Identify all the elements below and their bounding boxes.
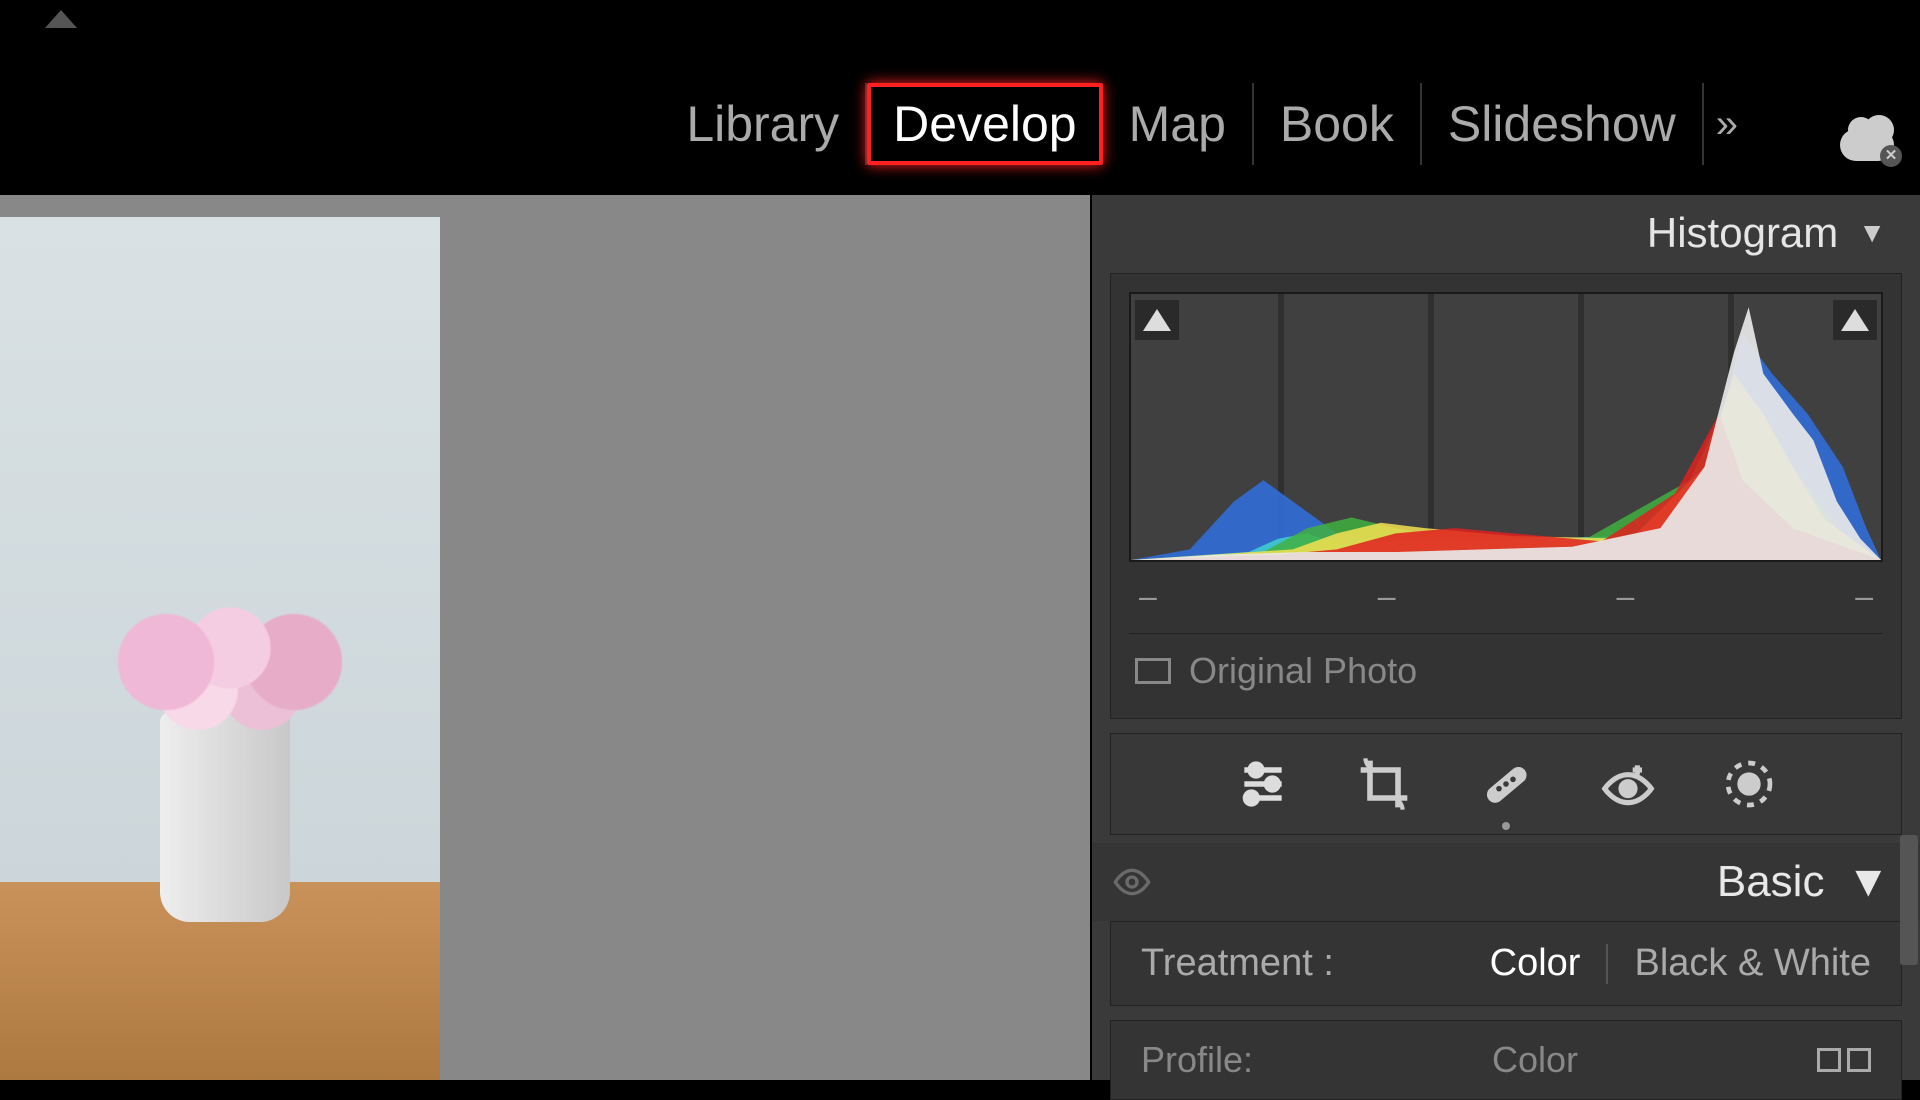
profile-label: Profile:: [1141, 1039, 1253, 1081]
collapse-icon: ▼: [1858, 217, 1886, 249]
histogram-title: Histogram: [1647, 209, 1838, 257]
crop-tool[interactable]: [1354, 754, 1414, 814]
profile-row: Profile: Color: [1110, 1020, 1902, 1100]
panel-visibility-icon[interactable]: [1112, 862, 1152, 902]
profile-value[interactable]: Color: [1492, 1039, 1578, 1081]
shadow-clipping-toggle[interactable]: [1135, 300, 1179, 340]
histogram-panel: – – – – Original Photo: [1110, 273, 1902, 719]
module-library[interactable]: Library: [660, 83, 867, 165]
collapse-icon: ▼: [1846, 857, 1890, 907]
profile-browser-icon[interactable]: [1817, 1048, 1871, 1072]
module-slideshow[interactable]: Slideshow: [1422, 83, 1704, 165]
photo-preview: [0, 217, 440, 1080]
image-canvas[interactable]: [0, 195, 1090, 1080]
top-collapse-icon[interactable]: [45, 10, 77, 28]
divider-icon: [1606, 944, 1608, 984]
histogram-info-row: – – – –: [1129, 562, 1883, 623]
module-picker: Library Develop Map Book Slideshow »: [660, 83, 1740, 165]
sync-status-icon[interactable]: ✕: [1840, 121, 1900, 165]
module-develop[interactable]: Develop: [867, 83, 1102, 165]
info-aperture: –: [1616, 578, 1634, 615]
highlight-clipping-toggle[interactable]: [1833, 300, 1877, 340]
healing-tool[interactable]: [1476, 754, 1536, 814]
info-shutter: –: [1855, 578, 1873, 615]
original-photo-label: Original Photo: [1189, 650, 1417, 692]
panel-scrollbar[interactable]: [1900, 835, 1918, 965]
redeye-tool[interactable]: [1598, 754, 1658, 814]
masking-tool[interactable]: [1719, 754, 1779, 814]
sync-off-badge-icon: ✕: [1880, 145, 1902, 167]
module-map[interactable]: Map: [1103, 83, 1254, 165]
histogram-chart[interactable]: [1129, 292, 1883, 562]
treatment-label: Treatment :: [1141, 942, 1334, 985]
treatment-color[interactable]: Color: [1490, 942, 1581, 985]
treatment-row: Treatment : Color Black & White: [1110, 921, 1902, 1006]
treatment-bw[interactable]: Black & White: [1634, 942, 1871, 985]
info-iso: –: [1139, 578, 1157, 615]
edit-tool[interactable]: [1233, 754, 1293, 814]
original-photo-row: Original Photo: [1129, 633, 1883, 706]
basic-panel-header[interactable]: Basic ▼: [1092, 843, 1920, 921]
right-panel-group: Histogram ▼ – – – –: [1090, 195, 1920, 1080]
more-modules-icon[interactable]: »: [1716, 102, 1732, 147]
toolstrip-indicator-icon: [1502, 822, 1510, 830]
original-photo-icon: [1135, 658, 1171, 684]
basic-title: Basic: [1717, 857, 1825, 907]
tool-strip: [1110, 733, 1902, 835]
info-focal: –: [1378, 578, 1396, 615]
module-book[interactable]: Book: [1254, 83, 1422, 165]
histogram-panel-header[interactable]: Histogram ▼: [1092, 195, 1920, 267]
